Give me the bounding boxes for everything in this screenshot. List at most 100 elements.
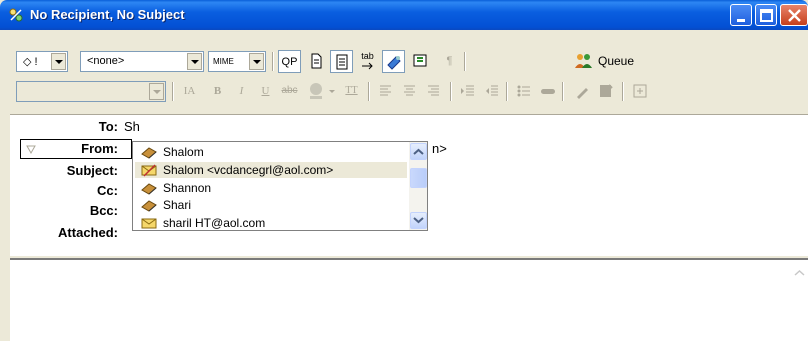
clear-formatting-button[interactable] [570,80,593,103]
align-right-button[interactable] [422,80,445,103]
address-book-icon [141,147,157,159]
autocomplete-item-text: Shari [163,198,192,212]
scroll-down-button[interactable] [410,212,427,229]
brush-icon [576,88,588,99]
teletype-button[interactable]: TT [340,80,363,103]
text-color-button[interactable] [304,80,327,103]
envelope-icon [141,164,157,177]
tab-arrow-icon [361,62,373,70]
autocomplete-item[interactable]: sharil HT@aol.com [135,215,407,230]
align-left-button[interactable] [374,80,397,103]
mime-value: MIME [213,57,234,66]
horizontal-rule-button[interactable] [536,80,559,103]
scroll-up-button[interactable] [410,143,427,160]
window-title: No Recipient, No Subject [30,7,185,22]
body-scroll-up-button[interactable] [791,264,808,281]
mime-select[interactable]: MIME [208,51,266,72]
priority-value: ◇ ! [23,56,38,68]
priority-select[interactable]: ◇ ! [16,51,68,72]
outdent-button[interactable] [480,80,503,103]
message-header: To: Sh From: n> Subject: Cc: Bcc: Attach… [10,114,808,256]
close-icon [788,9,801,22]
insert-object-button[interactable] [594,80,617,103]
align-center-button[interactable] [398,80,421,103]
keep-copy-button[interactable] [382,50,405,73]
toolbar-separator [562,82,564,101]
chevron-down-icon[interactable] [249,53,264,70]
chevron-down-icon[interactable] [187,53,202,70]
title-bar[interactable]: No Recipient, No Subject [0,0,808,30]
strikethrough-button[interactable]: abc [278,80,301,103]
maximize-button[interactable] [755,4,777,26]
to-field[interactable]: Sh [124,119,140,134]
bcc-label: Bcc: [89,203,118,218]
bold-button[interactable]: B [206,80,229,103]
insert-link-button[interactable] [628,80,651,103]
horizontal-rule-icon [540,89,555,94]
align-center-icon [403,85,415,96]
toolbar-separator [368,82,370,101]
autocomplete-item[interactable]: Shannon [135,180,407,196]
keep-copy-icon [387,56,401,70]
minimize-button[interactable] [730,4,752,26]
chevron-down-icon [413,217,424,224]
toolbar-separator [622,82,624,101]
teletype-label: TT [345,85,358,96]
autocomplete-item-selected[interactable]: Shalom <vcdancegrl@aol.com> [135,162,407,178]
message-body[interactable] [10,258,808,341]
receipt-icon [413,54,426,67]
paragraph-mark: ¶ [446,55,453,67]
text-as-attachment-button[interactable] [304,50,327,73]
stationery-value: <none> [87,55,125,67]
underline-label: U [261,85,270,97]
scroll-thumb[interactable] [410,168,427,188]
queue-button[interactable]: Queue [568,50,660,73]
maximize-icon [760,9,773,22]
chevron-down-icon[interactable] [149,83,164,100]
indent-button[interactable] [456,80,479,103]
subject-label: Subject: [66,163,118,178]
indent-icon [460,85,474,96]
align-left-icon [379,85,391,96]
return-receipt-button[interactable] [408,50,431,73]
stationery-select[interactable]: <none> [80,51,204,72]
bullet-list-button[interactable] [512,80,535,103]
italic-button[interactable]: I [230,80,253,103]
chevron-up-icon [413,148,424,155]
envelope-icon [141,218,157,229]
font-select[interactable] [16,81,166,102]
autocomplete-scrollbar[interactable] [409,142,427,230]
from-field-value[interactable]: n> [432,141,447,156]
tab-in-body-button[interactable]: tab [356,50,379,73]
autocomplete-item-text: sharil HT@aol.com [163,216,266,230]
autocomplete-item[interactable]: Shalom [135,144,407,160]
address-book-icon [141,183,157,195]
close-button[interactable] [780,4,808,26]
chevron-up-icon [794,269,805,276]
text-color-dropdown[interactable] [326,80,338,103]
recipient-autocomplete-list[interactable]: Shalom Shalom <vcdancegrl@aol.com> Shann… [132,141,428,231]
toolbar-separator [450,82,452,101]
attached-label: Attached: [58,225,118,240]
autocomplete-item-text: Shalom [163,145,204,159]
from-label: From: [81,141,118,156]
font-size-label: IA [183,85,196,97]
word-wrap-icon [336,54,348,70]
chevron-down-icon[interactable] [51,53,66,70]
message-toolbar: ◇ ! <none> MIME QP tab ¶ Queue [10,48,808,76]
italic-label: I [239,85,244,97]
show-paragraph-button[interactable]: ¶ [438,50,461,73]
align-right-icon [427,85,439,96]
underline-button[interactable]: U [254,80,277,103]
strike-label: abc [281,85,298,96]
word-wrap-button[interactable] [330,50,353,73]
address-book-icon [141,200,157,212]
insert-link-icon [633,84,646,98]
qp-label: QP [281,56,298,68]
cc-label: Cc: [97,183,118,198]
font-size-button[interactable]: IA [178,80,201,103]
to-label: To: [98,119,118,134]
autocomplete-item[interactable]: Shari [135,197,407,213]
quoted-printable-button[interactable]: QP [278,50,301,73]
eudora-app-icon [9,8,23,22]
